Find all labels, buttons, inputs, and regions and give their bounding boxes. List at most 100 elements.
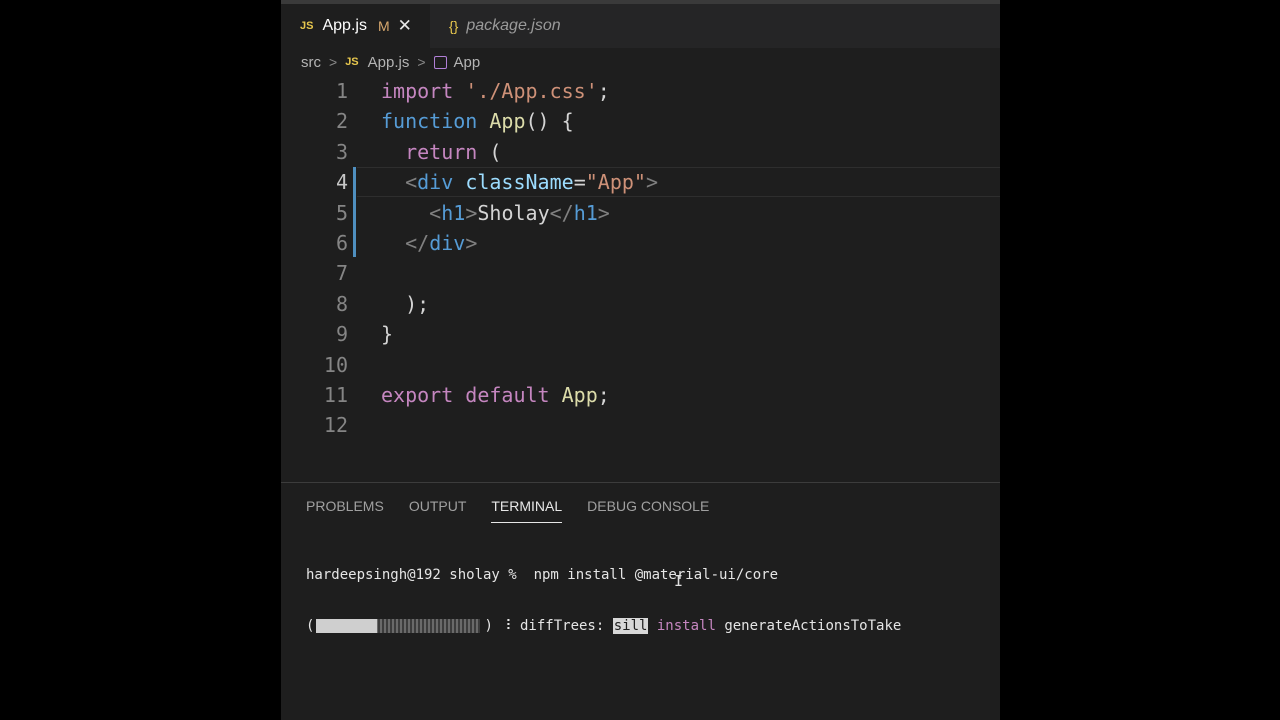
- line-number: 3: [335, 139, 348, 164]
- code-token: >: [645, 170, 658, 195]
- line-number: 6: [335, 231, 348, 255]
- terminal-progress-line: () ⠸ diffTrees: sill install generateAct…: [306, 617, 901, 636]
- npm-stage: diffTrees:: [520, 618, 613, 634]
- code-line[interactable]: 8 );: [281, 289, 1000, 319]
- symbol-method-icon: [433, 55, 447, 69]
- code-token: h1: [573, 200, 598, 225]
- code-line[interactable]: 10: [281, 350, 1000, 380]
- code-line[interactable]: 9}: [281, 319, 1000, 349]
- tab-label: App.js: [322, 17, 367, 34]
- code-text: export default App;: [381, 380, 610, 410]
- close-icon[interactable]: ✕: [398, 16, 412, 36]
- code-line[interactable]: 12: [281, 410, 1000, 440]
- vscode-window: JS App.js M ✕ {} package.json src > JS A…: [281, 0, 1000, 720]
- code-token: >: [465, 231, 478, 255]
- code-token: >: [465, 200, 478, 225]
- terminal-command-line: hardeepsingh@192 sholay % npm install @m…: [306, 567, 779, 583]
- tab-app-js[interactable]: JS App.js M ✕: [281, 4, 430, 48]
- code-token: ;: [597, 79, 610, 103]
- spinner-icon: ⠸: [492, 618, 520, 634]
- editor-tab-bar: JS App.js M ✕ {} package.json: [281, 0, 1000, 48]
- code-token: }: [381, 322, 394, 347]
- line-number: 11: [323, 383, 348, 407]
- code-token: </: [549, 200, 574, 225]
- line-number: 8: [335, 291, 348, 316]
- breadcrumb: src > JS App.js > App: [301, 52, 480, 72]
- code-token: import: [381, 79, 454, 103]
- code-token: <: [429, 200, 442, 225]
- line-number: 2: [335, 109, 348, 134]
- npm-progress-fill: [316, 619, 378, 633]
- code-token: ;: [597, 383, 610, 407]
- code-line[interactable]: 2 function App() {: [281, 106, 1000, 136]
- line-number: 1: [335, 79, 348, 103]
- panel-tab-bar: PROBLEMS OUTPUT TERMINAL DEBUG CONSOLE: [306, 496, 734, 526]
- tab-label: package.json: [466, 17, 561, 34]
- code-token: default: [465, 383, 550, 407]
- code-line[interactable]: 3 return (: [281, 137, 1000, 167]
- code-token: </: [405, 231, 430, 255]
- terminal[interactable]: hardeepsingh@192 sholay % npm install @m…: [306, 534, 901, 668]
- code-token: (: [477, 139, 502, 164]
- code-line[interactable]: 6 </div>: [281, 228, 1000, 258]
- code-text: );: [381, 289, 429, 319]
- code-token: Sholay: [477, 200, 550, 225]
- code-line[interactable]: 7: [281, 258, 1000, 288]
- code-text: import './App.css';: [381, 76, 610, 106]
- javascript-file-icon: JS: [300, 20, 314, 32]
- line-number: 9: [335, 322, 348, 347]
- code-token: export: [381, 383, 454, 407]
- text-cursor-icon: I: [674, 572, 684, 590]
- npm-log-level: sill: [612, 618, 649, 634]
- code-token: App: [561, 383, 598, 407]
- line-number: 12: [323, 413, 348, 438]
- code-text: }: [381, 319, 393, 349]
- code-token: () {: [525, 109, 574, 134]
- code-token: >: [597, 200, 610, 225]
- code-token: App: [489, 109, 526, 134]
- panel-divider[interactable]: [281, 482, 1000, 483]
- npm-verb: install: [656, 618, 716, 634]
- line-number: 10: [323, 352, 348, 377]
- code-text: return (: [381, 137, 501, 167]
- code-line[interactable]: 4 <div className="App">: [281, 167, 1000, 197]
- tab-terminal[interactable]: TERMINAL: [491, 496, 563, 523]
- chevron-right-icon: >: [417, 54, 426, 70]
- code-token: =: [573, 170, 586, 195]
- code-text: </div>: [381, 228, 477, 258]
- code-text: <h1>Sholay</h1>: [381, 198, 610, 228]
- line-number: 5: [335, 200, 348, 225]
- breadcrumb-folder[interactable]: src: [301, 54, 321, 71]
- code-line[interactable]: 11 export default App;: [281, 380, 1000, 410]
- code-editor[interactable]: 1 import './App.css'; 2 function App() {3 r…: [281, 76, 1000, 486]
- code-token: './App.css': [465, 79, 598, 103]
- breadcrumb-file[interactable]: App.js: [368, 54, 410, 71]
- code-token: function: [381, 109, 478, 134]
- line-number: 4: [335, 170, 348, 195]
- code-line[interactable]: 5 <h1>Sholay</h1>: [281, 198, 1000, 228]
- json-file-icon: {}: [449, 18, 459, 34]
- tab-output[interactable]: OUTPUT: [409, 496, 467, 522]
- tab-debug-console[interactable]: DEBUG CONSOLE: [587, 496, 709, 522]
- code-token: className: [465, 170, 574, 195]
- tab-problems[interactable]: PROBLEMS: [306, 496, 384, 522]
- chevron-right-icon: >: [329, 54, 338, 70]
- tab-package-json[interactable]: {} package.json: [431, 4, 561, 48]
- code-token: "App": [585, 170, 646, 195]
- npm-message: generateActionsToTake: [715, 618, 902, 634]
- code-token: );: [381, 291, 430, 316]
- progress-close: ): [484, 618, 493, 634]
- code-line[interactable]: 1 import './App.css';: [281, 76, 1000, 106]
- code-text: function App() {: [381, 106, 574, 136]
- breadcrumb-symbol[interactable]: App: [454, 54, 481, 71]
- code-token: h1: [441, 200, 466, 225]
- code-text: <div className="App">: [381, 167, 658, 197]
